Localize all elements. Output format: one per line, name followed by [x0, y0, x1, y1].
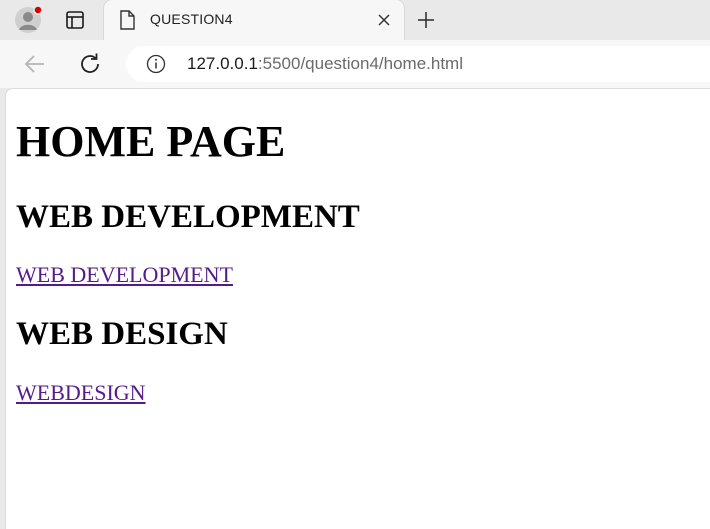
url-path: :5500/question4/home.html: [257, 54, 463, 73]
address-bar[interactable]: 127.0.0.1:5500/question4/home.html: [126, 46, 710, 82]
plus-icon: [418, 12, 434, 28]
tab-question4[interactable]: QUESTION4: [104, 0, 404, 40]
webdesign-link[interactable]: WEBDESIGN: [16, 380, 146, 406]
profile-icon: [15, 5, 43, 33]
back-button[interactable]: [22, 52, 48, 76]
info-icon[interactable]: [146, 54, 166, 74]
reload-button[interactable]: [77, 51, 103, 77]
workspaces-icon: [66, 11, 84, 29]
arrow-left-icon: [24, 55, 44, 73]
new-tab-button[interactable]: [414, 8, 438, 32]
refresh-icon: [81, 53, 99, 73]
url-text: 127.0.0.1:5500/question4/home.html: [187, 54, 463, 74]
tab-title: QUESTION4: [150, 11, 233, 27]
url-host: 127.0.0.1: [187, 54, 258, 73]
section-heading-web-design: WEB DESIGN: [16, 316, 228, 352]
document-icon: [120, 10, 135, 30]
tab-strip: QUESTION4: [0, 0, 710, 40]
section-heading-web-development: WEB DEVELOPMENT: [16, 199, 360, 235]
toolbar: 127.0.0.1:5500/question4/home.html: [0, 40, 710, 88]
profile-avatar[interactable]: [14, 5, 43, 34]
page-title: HOME PAGE: [16, 117, 286, 166]
tab-actions-button[interactable]: [64, 9, 86, 31]
page-viewport: HOME PAGE WEB DEVELOPMENT WEB DEVELOPMEN…: [5, 88, 710, 529]
close-icon[interactable]: [376, 12, 392, 28]
web-development-link[interactable]: WEB DEVELOPMENT: [16, 262, 233, 288]
